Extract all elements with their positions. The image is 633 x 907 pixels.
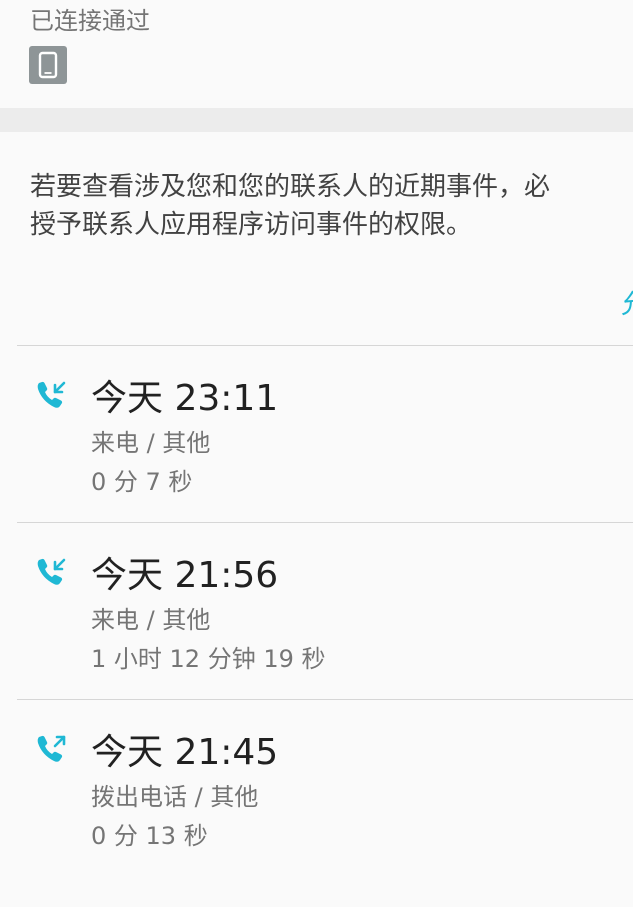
connected-via-section: 已连接通过 (0, 0, 633, 108)
call-log-item[interactable]: 今天 23:11 来电 / 其他 0 分 7 秒 (0, 377, 633, 553)
list-divider (17, 522, 633, 523)
list-divider (17, 699, 633, 700)
section-separator (0, 108, 633, 132)
call-log-item[interactable]: 今天 21:45 拨出电话 / 其他 0 分 13 秒 (0, 731, 633, 907)
call-duration: 1 小时 12 分钟 19 秒 (91, 645, 326, 673)
call-type: 拨出电话 / 其他 (91, 783, 259, 811)
call-time: 今天 23:11 (91, 378, 279, 419)
list-divider (17, 345, 633, 346)
incoming-call-icon (37, 381, 66, 408)
call-log-item[interactable]: 今天 21:56 来电 / 其他 1 小时 12 分钟 19 秒 (0, 554, 633, 730)
tablet-device-icon[interactable] (29, 46, 67, 84)
permission-allow-button[interactable]: 允 (621, 284, 633, 321)
call-duration: 0 分 7 秒 (91, 468, 193, 496)
outgoing-call-icon (37, 735, 66, 762)
permission-notice-text: 若要查看涉及您和您的联系人的近期事件，必 授予联系人应用程序访问事件的权限。 (30, 172, 551, 240)
call-time: 今天 21:56 (91, 555, 279, 596)
connected-via-label: 已连接通过 (30, 7, 150, 35)
incoming-call-icon (37, 558, 66, 585)
call-type: 来电 / 其他 (91, 429, 211, 457)
call-duration: 0 分 13 秒 (91, 822, 208, 850)
call-time: 今天 21:45 (91, 732, 279, 773)
call-type: 来电 / 其他 (91, 606, 211, 634)
